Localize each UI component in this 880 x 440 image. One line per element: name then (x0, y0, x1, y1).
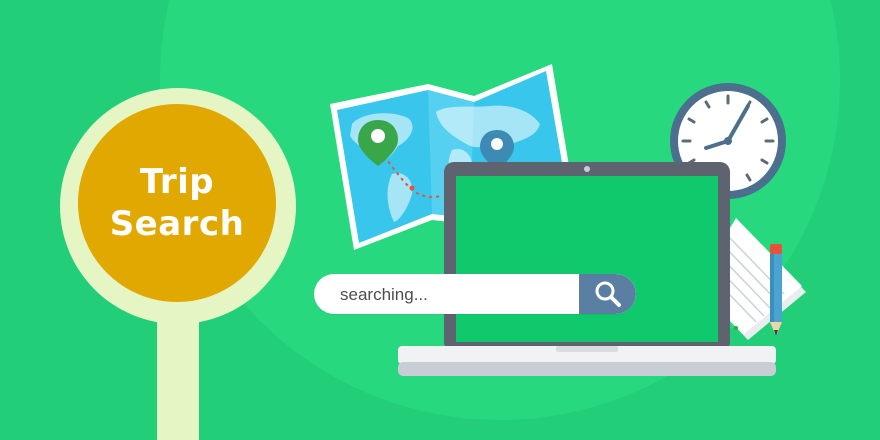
magnifier-icon (595, 281, 621, 307)
search-input[interactable]: searching... (340, 274, 428, 314)
search-button[interactable] (579, 274, 636, 314)
trip-search-banner: Trip Search searching... (0, 0, 880, 440)
pencil-icon (770, 244, 782, 336)
search-bar[interactable]: searching... (314, 274, 636, 314)
laptop-icon (398, 162, 776, 376)
illustration (330, 64, 806, 376)
